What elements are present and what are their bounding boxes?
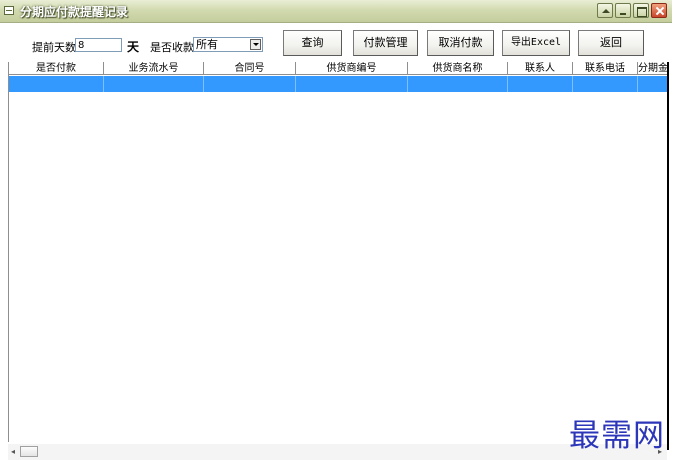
column-header-installment-amount[interactable]: 分期金额: [638, 62, 668, 75]
collected-select-value: 所有: [196, 38, 218, 51]
scroll-left-icon[interactable]: ◂: [8, 446, 18, 458]
back-button[interactable]: 返回: [578, 30, 644, 56]
table-cell[interactable]: [296, 76, 408, 92]
table-cell[interactable]: [638, 76, 668, 92]
export-excel-button[interactable]: 导出Excel: [502, 30, 570, 56]
column-header-phone[interactable]: 联系电话: [573, 62, 638, 75]
table-cell[interactable]: [9, 76, 104, 92]
minimize-icon: [616, 4, 630, 17]
grid-header: 是否付款 业务流水号 合同号 供货商编号 供货商名称 联系人 联系电话 分期金额: [9, 62, 668, 76]
days-ahead-label: 提前天数: [32, 41, 76, 54]
window-title: 分期应付款提醒记录: [20, 5, 129, 19]
table-cell[interactable]: [104, 76, 204, 92]
query-button[interactable]: 查询: [283, 30, 342, 56]
column-header-contract-no[interactable]: 合同号: [204, 62, 296, 75]
column-header-supplier-name[interactable]: 供货商名称: [408, 62, 508, 75]
data-grid[interactable]: 是否付款 业务流水号 合同号 供货商编号 供货商名称 联系人 联系电话 分期金额: [8, 62, 668, 442]
grid-right-border: [667, 62, 669, 450]
close-button[interactable]: [651, 3, 667, 18]
column-header-serial-no[interactable]: 业务流水号: [104, 62, 204, 75]
close-icon: [652, 4, 666, 17]
days-ahead-input[interactable]: [75, 38, 122, 52]
restore-down-button[interactable]: [597, 3, 613, 18]
column-header-supplier-id[interactable]: 供货商编号: [296, 62, 408, 75]
table-cell[interactable]: [204, 76, 296, 92]
table-row[interactable]: [9, 76, 668, 92]
payment-management-button[interactable]: 付款管理: [353, 30, 418, 56]
table-cell[interactable]: [408, 76, 508, 92]
restore-icon: [598, 4, 612, 17]
system-menu-icon[interactable]: [4, 6, 14, 15]
filter-toolbar: 提前天数 天 是否收款 所有 查询 付款管理 取消付款 导出Excel 返回: [0, 23, 672, 61]
collected-label: 是否收款: [150, 41, 194, 54]
minimize-button[interactable]: [615, 3, 631, 18]
column-header-paid[interactable]: 是否付款: [9, 62, 104, 75]
watermark-logo: 最需网: [569, 418, 665, 454]
scrollbar-thumb[interactable]: [20, 446, 38, 457]
cancel-payment-button[interactable]: 取消付款: [427, 30, 494, 56]
maximize-button[interactable]: [633, 3, 649, 18]
days-unit-label: 天: [127, 40, 140, 54]
table-cell[interactable]: [508, 76, 573, 92]
chevron-down-icon[interactable]: [250, 39, 261, 50]
table-cell[interactable]: [573, 76, 638, 92]
maximize-icon: [634, 4, 648, 17]
collected-select[interactable]: 所有: [193, 37, 263, 52]
row-header-column: [0, 62, 8, 76]
column-header-contact[interactable]: 联系人: [508, 62, 573, 75]
title-bar[interactable]: 分期应付款提醒记录: [0, 0, 672, 23]
